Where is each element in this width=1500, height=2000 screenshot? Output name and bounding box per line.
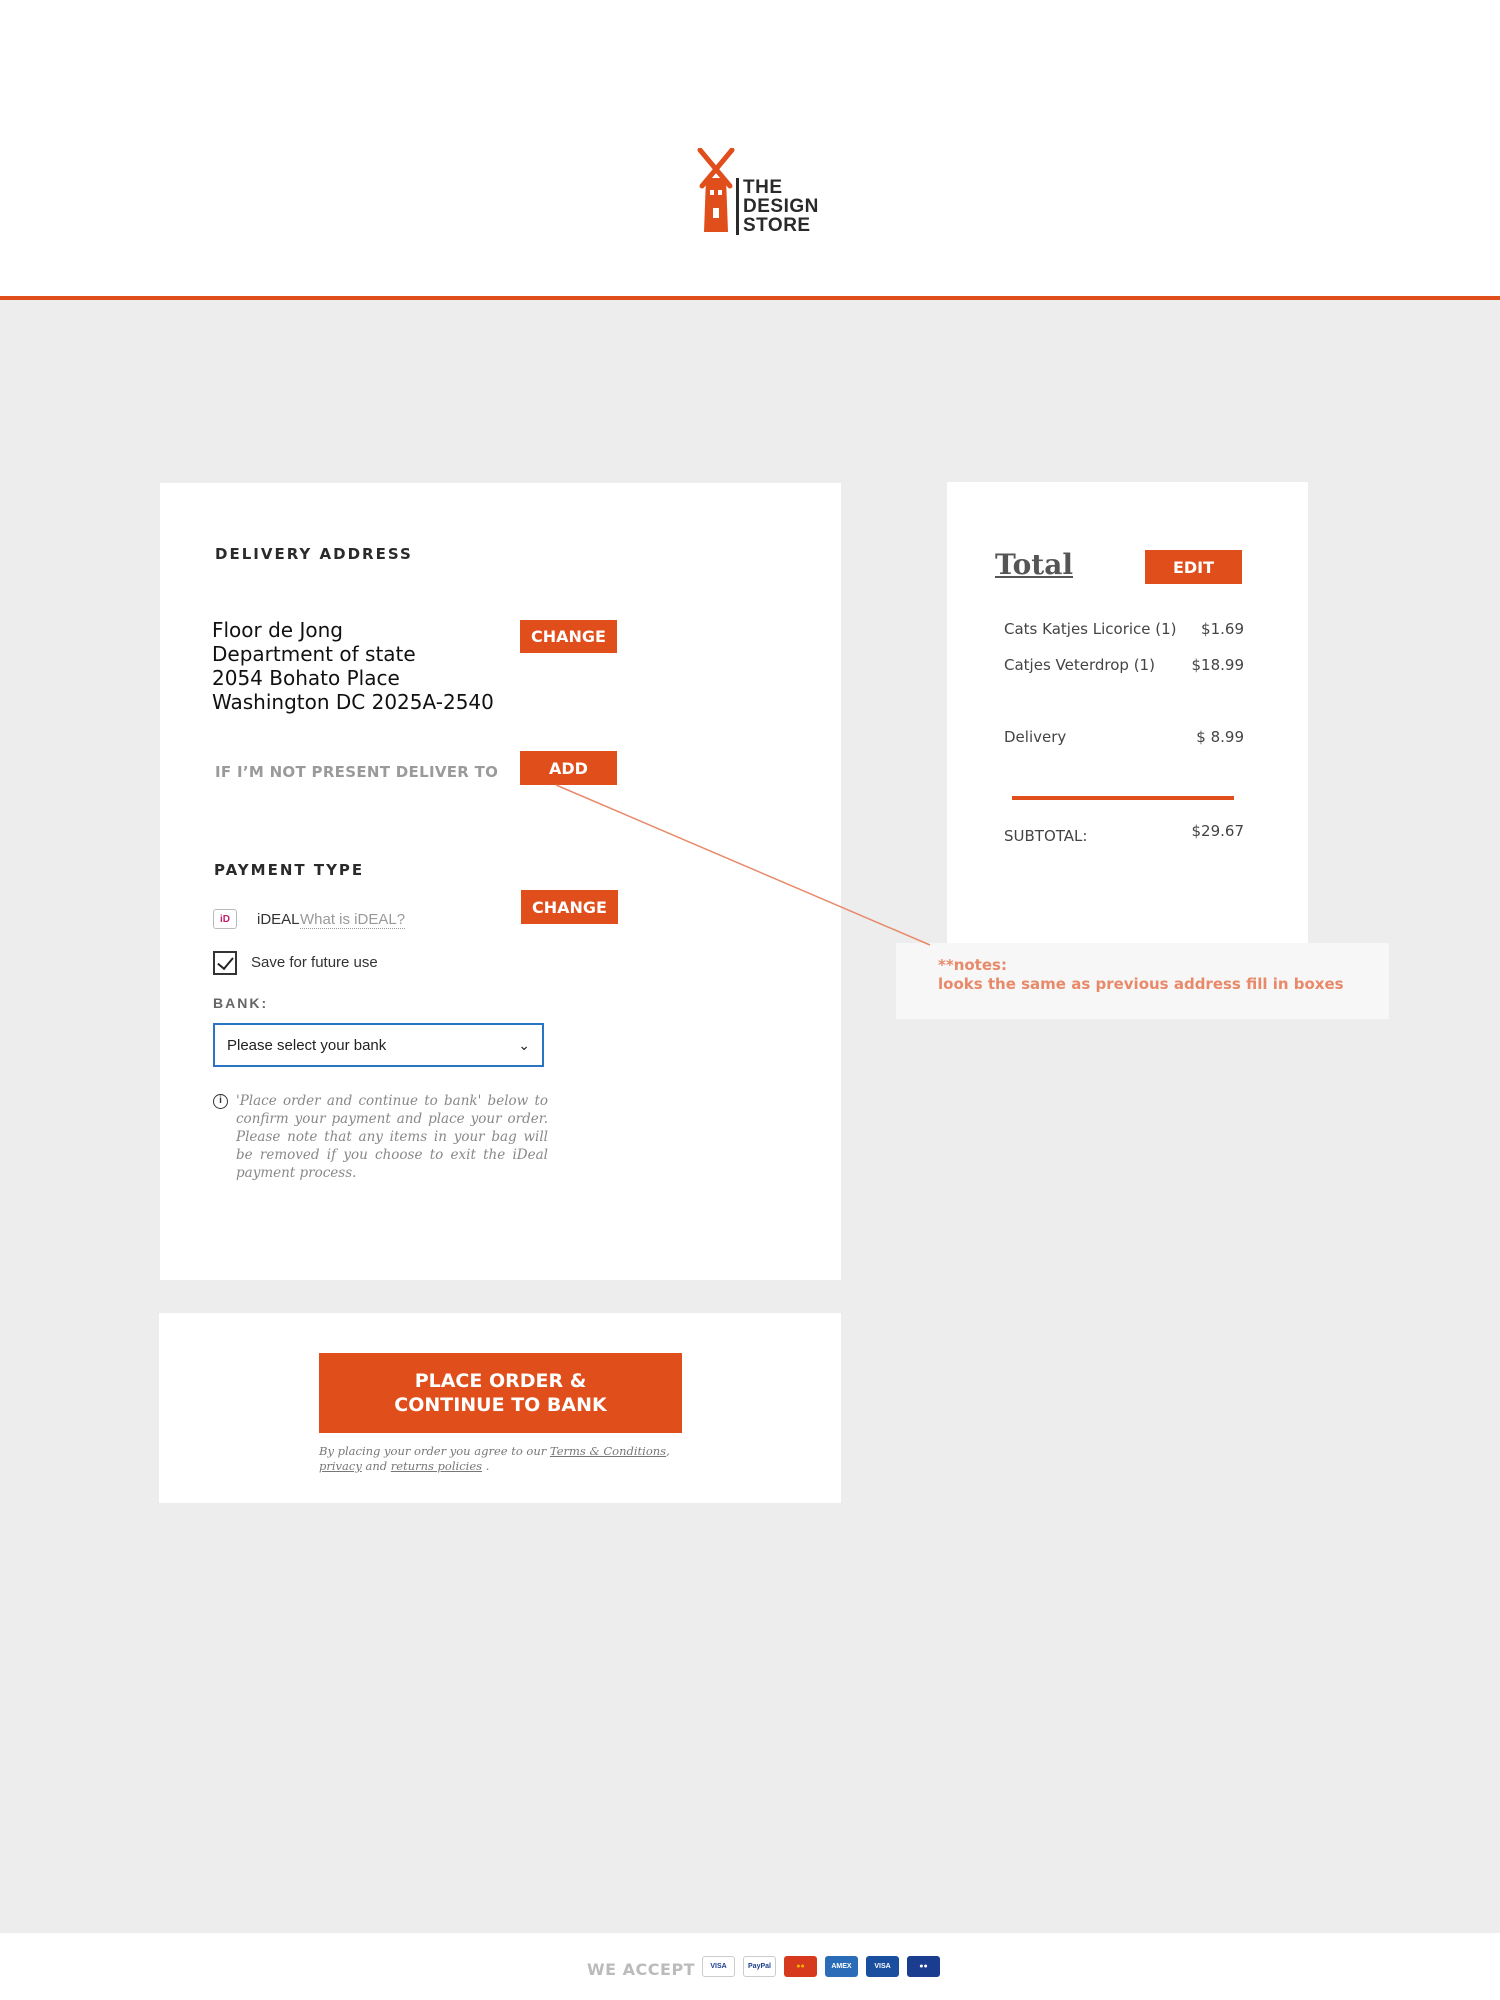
- payment-type-title: PAYMENT TYPE: [214, 861, 365, 879]
- what-is-ideal-link[interactable]: What is iDEAL?: [300, 911, 406, 929]
- ideal-icon: iD: [213, 909, 237, 929]
- windmill-icon: [697, 148, 735, 232]
- edit-order-button[interactable]: EDIT: [1145, 550, 1242, 584]
- item-price: $18.99: [1191, 656, 1245, 674]
- order-line-item: Catjes Veterdrop (1) $18.99: [1004, 656, 1244, 674]
- terms-suffix: .: [485, 1459, 490, 1473]
- visa-icon: VISA: [702, 1956, 735, 1977]
- note-text: looks the same as previous address fill …: [938, 975, 1344, 993]
- maestro-icon: ●●: [907, 1956, 940, 1977]
- place-order-label: PLACE ORDER &: [414, 1370, 587, 1392]
- terms-notice: By placing your order you agree to our T…: [319, 1444, 670, 1473]
- order-summary-card: Total EDIT Cats Katjes Licorice (1) $1.6…: [947, 482, 1308, 954]
- change-address-button[interactable]: CHANGE: [520, 620, 617, 653]
- delivery-line: Delivery $ 8.99: [1004, 728, 1244, 746]
- address-name: Floor de Jong: [212, 618, 343, 642]
- note-title: **notes:: [938, 956, 1007, 974]
- we-accept-label: WE ACCEPT: [587, 1960, 696, 1979]
- payment-method-label: iDEAL: [257, 911, 300, 928]
- payment-info-text: 'Place order and continue to bank' below…: [236, 1093, 548, 1181]
- summary-divider: [1012, 796, 1234, 800]
- address-line: 2054 Bohato Place: [212, 666, 400, 690]
- returns-link[interactable]: returns policies: [391, 1459, 482, 1473]
- item-name: Catjes Veterdrop (1): [1004, 656, 1155, 674]
- terms-and: and: [365, 1459, 388, 1473]
- place-order-card: PLACE ORDER & CONTINUE TO BANK By placin…: [159, 1313, 841, 1503]
- delivery-address-title: DELIVERY ADDRESS: [215, 545, 413, 563]
- payment-cards: VISA PayPal ●● AMEX VISA ●●: [702, 1956, 940, 1977]
- checkout-details-card: DELIVERY ADDRESS Floor de Jong Departmen…: [160, 483, 841, 1280]
- item-price: $1.69: [1201, 620, 1244, 638]
- change-payment-button[interactable]: CHANGE: [521, 890, 618, 924]
- order-line-item: Cats Katjes Licorice (1) $1.69: [1004, 620, 1244, 638]
- alternate-delivery-label: IF I’M NOT PRESENT DELIVER TO: [215, 763, 499, 781]
- mastercard-icon: ●●: [784, 1956, 817, 1977]
- save-for-future-label: Save for future use: [251, 954, 378, 971]
- add-alternate-address-button[interactable]: ADD: [520, 751, 617, 785]
- site-footer: WE ACCEPT VISA PayPal ●● AMEX VISA ●●: [0, 1933, 1500, 2000]
- subtotal-label: SUBTOTAL:: [1004, 827, 1088, 845]
- logo-word: STORE: [743, 215, 811, 236]
- terms-prefix: By placing your order you agree to our: [319, 1444, 547, 1458]
- bank-select-value: Please select your bank: [227, 1036, 387, 1054]
- design-note: **notes: looks the same as previous addr…: [896, 943, 1389, 1019]
- info-icon: i: [213, 1094, 228, 1109]
- delivery-label: Delivery: [1004, 728, 1067, 746]
- store-logo[interactable]: THE DESIGN STORE: [696, 148, 818, 238]
- delivery-price: $ 8.99: [1196, 728, 1244, 746]
- privacy-link[interactable]: privacy: [319, 1459, 362, 1473]
- logo-wordmark: THE DESIGN STORE: [736, 178, 819, 235]
- bank-label: BANK:: [213, 995, 269, 1011]
- item-name: Cats Katjes Licorice (1): [1004, 620, 1177, 638]
- subtotal-line: SUBTOTAL: $29.67: [1004, 822, 1244, 845]
- place-order-label: CONTINUE TO BANK: [394, 1394, 607, 1416]
- place-order-button[interactable]: PLACE ORDER & CONTINUE TO BANK: [319, 1353, 682, 1433]
- bank-select[interactable]: Please select your bank ⌄: [213, 1023, 544, 1067]
- visa-electron-icon: VISA: [866, 1956, 899, 1977]
- site-header: THE DESIGN STORE: [0, 0, 1500, 300]
- terms-link[interactable]: Terms & Conditions: [550, 1444, 666, 1458]
- delivery-address: Floor de Jong Department of state 2054 B…: [212, 618, 494, 714]
- save-for-future-checkbox[interactable]: [213, 951, 237, 975]
- address-line: Washington DC 2025A-2540: [212, 690, 494, 714]
- total-title: Total: [995, 548, 1074, 581]
- chevron-down-icon: ⌄: [518, 1037, 530, 1053]
- amex-icon: AMEX: [825, 1956, 858, 1977]
- logo-word: DESIGN: [743, 196, 819, 217]
- paypal-icon: PayPal: [743, 1956, 776, 1977]
- logo-word: THE: [743, 177, 783, 198]
- address-line: Department of state: [212, 642, 416, 666]
- subtotal-price: $29.67: [1191, 822, 1245, 840]
